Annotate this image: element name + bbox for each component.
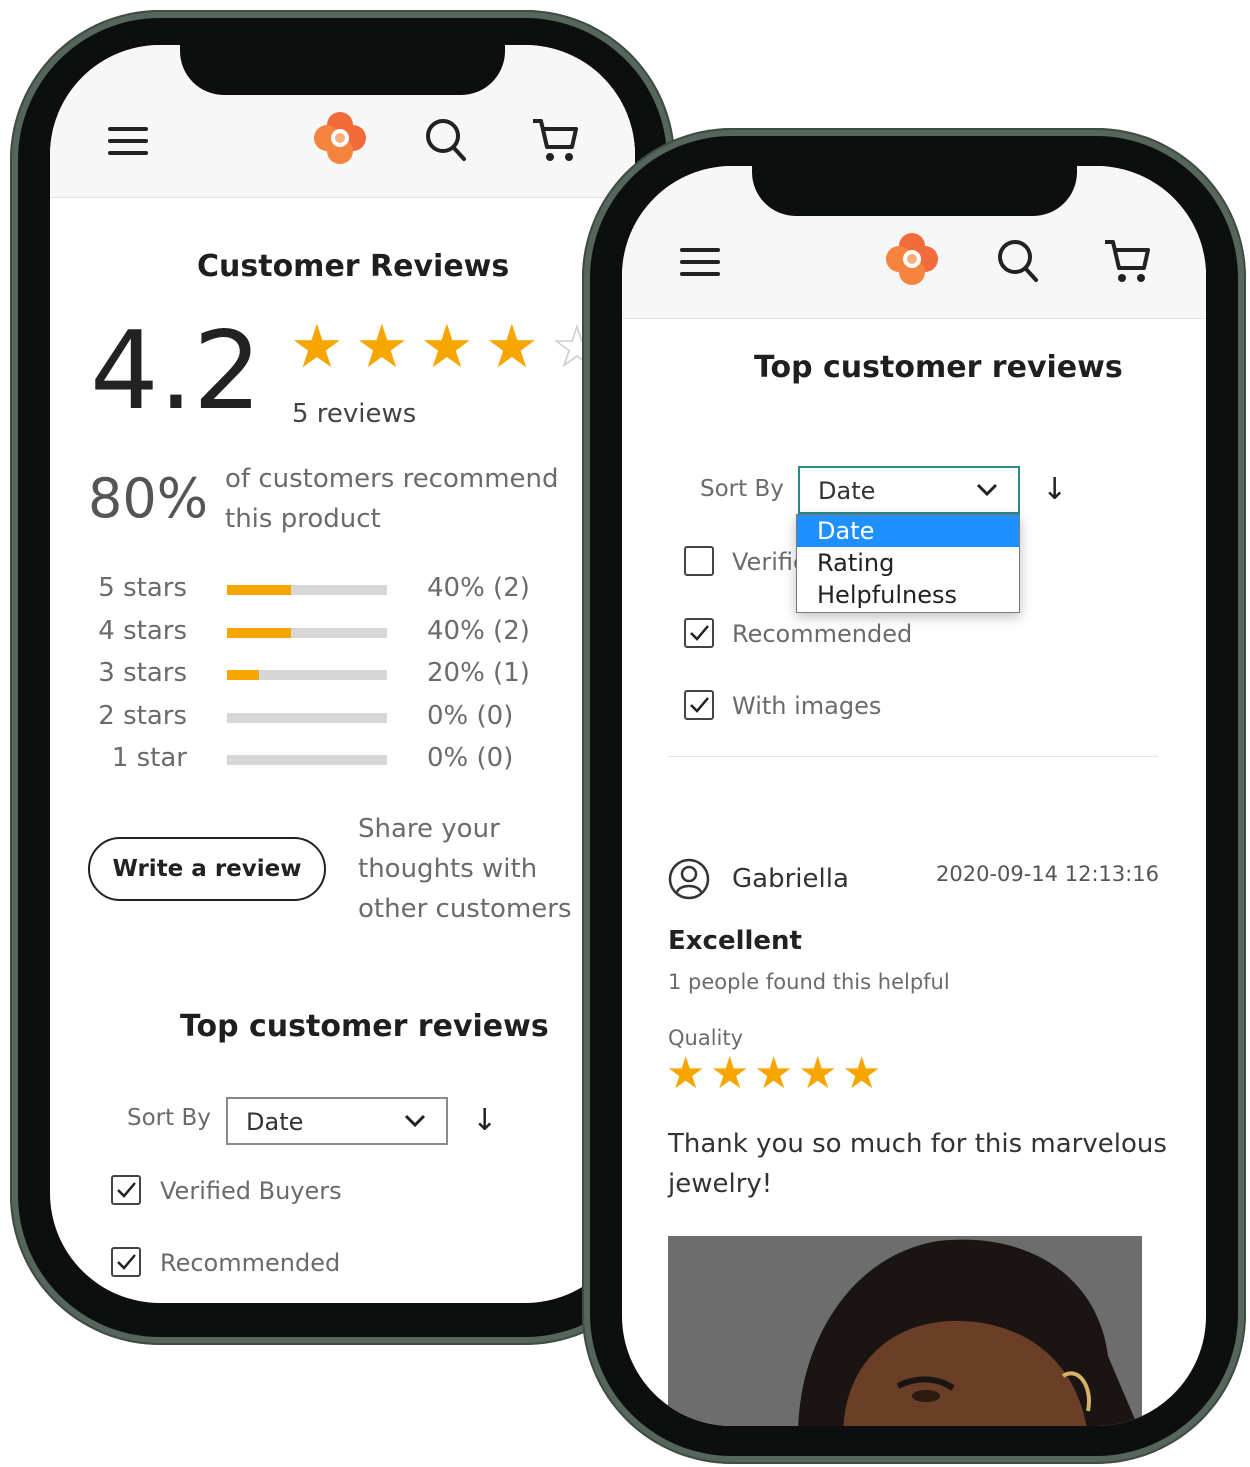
chevron-down-icon [404,1114,426,1128]
filter-checkbox[interactable] [684,546,714,576]
review-image[interactable] [668,1236,1142,1426]
review-timestamp: 2020-09-14 12:13:16 [936,862,1160,886]
distribution-value: 40% (2) [427,615,530,646]
top-reviews-title: Top customer reviews [754,350,1123,385]
logo-icon[interactable] [313,111,367,165]
filter-checkbox[interactable] [111,1247,141,1277]
sort-select-value: Date [246,1108,304,1136]
star-icon: ★ [798,1048,838,1099]
sort-option[interactable]: Date [797,515,1019,547]
search-icon[interactable] [424,117,468,163]
distribution-bar[interactable] [227,627,387,638]
filter-checkbox[interactable] [111,1175,141,1205]
distribution-label[interactable]: 4 stars [50,616,187,646]
sort-select-value: Date [818,477,876,505]
user-avatar-icon[interactable] [668,858,710,900]
distribution-value: 40% (2) [427,573,530,603]
write-review-button[interactable]: Write a review [88,837,326,901]
right-phone-screen: Top customer reviews Sort By Date ↓ Veri… [622,166,1206,1426]
distribution-label[interactable]: 3 stars [50,658,187,688]
distribution-bar[interactable] [227,670,387,680]
menu-icon[interactable] [108,127,148,163]
average-rating: 4.2 [90,309,262,434]
logo-icon[interactable] [885,232,939,286]
distribution-bar[interactable] [227,585,387,595]
star-icon: ★ [420,312,474,382]
search-icon[interactable] [996,238,1040,284]
customer-reviews-title: Customer Reviews [197,249,510,284]
sort-by-label: Sort By [127,1105,211,1131]
filter-checkbox[interactable] [684,690,714,720]
filter-checkbox[interactable] [684,618,714,648]
share-text: Share your thoughts with other customers [358,814,572,924]
distribution-bar[interactable] [227,712,387,723]
quality-label: Quality [668,1026,744,1050]
reviews-count: 5 reviews [292,399,417,429]
sort-select[interactable]: Date [798,466,1020,514]
divider [668,756,1158,757]
sort-select[interactable]: Date [226,1097,448,1145]
filter-label[interactable]: With images [732,692,881,720]
star-icon: ★ [290,312,344,382]
top-reviews-title: Top customer reviews [180,1009,549,1044]
review-body: Thank you so much for this marvelous jew… [668,1129,1167,1199]
sort-option[interactable]: Helpfulness [797,579,1019,611]
distribution-value: 0% (0) [427,743,514,773]
distribution-bar-fill [227,670,259,680]
recommend-text: of customers recommend this product [225,464,559,534]
distribution-value: 20% (1) [427,658,530,688]
star-icon: ★ [754,1048,794,1099]
left-notch [180,45,505,95]
review-headline: Excellent [668,926,802,956]
distribution-label[interactable]: 1 star [50,743,187,773]
recommend-percent: 80% [88,467,209,530]
filter-label[interactable]: Verified Buyers [160,1177,342,1205]
distribution-value: 0% (0) [427,700,514,731]
sort-direction-icon[interactable]: ↓ [472,1103,497,1138]
left-phone-screen: Customer Reviews 4.2 ★ ★ ★ ★ ☆ 5 reviews 80%… [50,45,635,1303]
right-notch [752,166,1077,216]
distribution-label[interactable]: 2 stars [50,701,187,731]
filter-label[interactable]: Recommended [160,1249,340,1277]
star-icon: ★ [710,1048,750,1099]
distribution-bar[interactable] [227,755,387,765]
filter-label[interactable]: Recommended [732,620,912,648]
cart-icon[interactable] [530,115,580,165]
distribution-bar-fill [227,585,291,595]
sort-direction-icon[interactable]: ↓ [1042,472,1067,507]
chevron-down-icon [976,483,998,497]
cart-icon[interactable] [1102,236,1152,286]
distribution-label[interactable]: 5 stars [50,573,187,603]
sort-by-label: Sort By [700,476,784,502]
star-icon: ★ [355,312,409,382]
star-icon: ★ [485,312,539,382]
helpful-text: 1 people found this helpful [668,970,950,994]
star-icon: ★ [666,1048,706,1099]
menu-icon[interactable] [680,248,720,284]
review-author[interactable]: Gabriella [732,864,849,894]
distribution-bar-fill [227,627,291,638]
sort-dropdown-menu: Date Rating Helpfulness [796,514,1020,613]
sort-option[interactable]: Rating [797,547,1019,579]
star-icon: ★ [842,1048,882,1099]
